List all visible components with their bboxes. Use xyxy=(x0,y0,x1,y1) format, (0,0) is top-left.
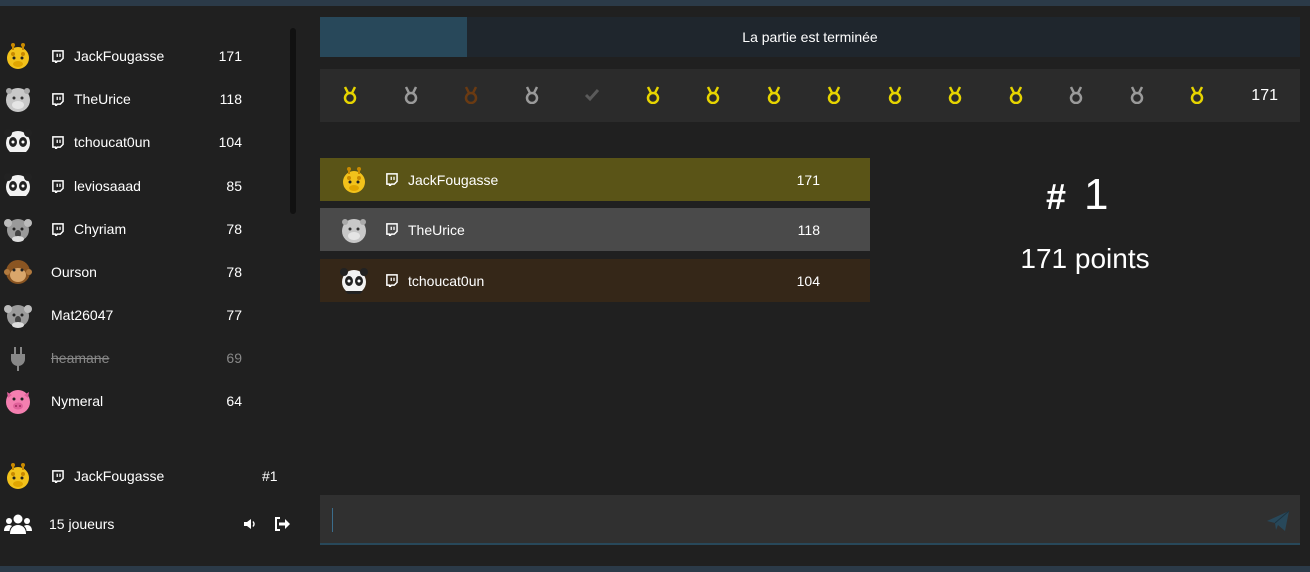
twitch-icon xyxy=(386,223,398,236)
monkey-icon xyxy=(4,258,32,286)
player-count-row: 15 joueurs xyxy=(0,509,300,539)
sidebar-player-row[interactable]: TheUrice 118 xyxy=(0,84,280,114)
player-score: 77 xyxy=(226,307,242,323)
chat-input[interactable] xyxy=(332,508,1252,532)
current-player-row: JackFougasse #1 xyxy=(0,461,290,491)
medal-gold-icon xyxy=(343,86,357,104)
sidebar-player-row[interactable]: Nymeral 64 xyxy=(0,386,280,416)
sidebar-player-row[interactable]: leviosaaad 85 xyxy=(0,171,280,201)
twitch-icon xyxy=(386,173,398,186)
sidebar-player-row[interactable]: Mat26047 77 xyxy=(0,300,280,330)
giraffe-icon xyxy=(4,462,32,490)
player-name: Chyriam xyxy=(74,221,127,237)
medal-gold-icon xyxy=(888,86,901,104)
twitch-icon xyxy=(52,179,64,193)
medal-silver-icon xyxy=(1130,86,1143,104)
player-score: 64 xyxy=(226,393,242,409)
sidebar-player-row[interactable]: Ourson 78 xyxy=(0,257,280,287)
player-name: Mat26047 xyxy=(51,307,114,323)
player-name: Nymeral xyxy=(51,393,104,409)
medal-gold-icon xyxy=(948,86,962,104)
game-status-bar: La partie est terminée xyxy=(320,17,1300,57)
podium-row-1: JackFougasse 171 xyxy=(320,158,870,201)
logout-icon[interactable] xyxy=(274,517,290,531)
player-name: JackFougasse xyxy=(74,48,165,64)
player-name: heamane xyxy=(51,350,110,366)
player-name: leviosaaad xyxy=(74,178,141,194)
medal-silver-icon xyxy=(525,86,538,104)
koala-icon xyxy=(4,215,32,243)
player-name: Ourson xyxy=(51,264,97,280)
player-score: 104 xyxy=(218,134,242,150)
player-name: TheUrice xyxy=(74,91,131,107)
medal-silver-icon xyxy=(1069,86,1083,104)
sidebar-player-row[interactable]: heamane 69 xyxy=(0,343,280,373)
rhino-icon xyxy=(340,216,368,244)
giraffe-icon xyxy=(340,166,368,194)
medal-bronze-icon xyxy=(464,86,478,104)
volume-icon[interactable] xyxy=(243,517,257,531)
player-score: 171 xyxy=(218,48,242,64)
pig-icon xyxy=(4,387,32,415)
sidebar: JackFougasse 171 TheUrice 118 tchoucat0un 104… xyxy=(0,6,300,566)
podium-row-3: tchoucat0un 104 xyxy=(320,259,870,302)
twitch-icon xyxy=(52,92,64,106)
player-score: 118 xyxy=(219,91,242,107)
medal-gold-icon xyxy=(827,86,841,104)
giraffe-icon xyxy=(4,42,32,70)
sidebar-player-row[interactable]: tchoucat0un 104 xyxy=(0,127,280,157)
panda-icon xyxy=(4,172,32,200)
plug-icon xyxy=(4,344,32,372)
koala-icon xyxy=(4,301,32,329)
medal-silver-icon xyxy=(404,86,417,104)
twitch-icon xyxy=(52,135,64,149)
users-icon xyxy=(4,514,32,534)
podium-player-score: 171 xyxy=(796,171,820,188)
medal-gold-icon xyxy=(767,86,780,104)
current-player-name: JackFougasse xyxy=(74,468,165,484)
final-points: 171 points xyxy=(1020,243,1150,274)
podium-player-name: JackFougasse xyxy=(408,171,499,188)
player-score: 85 xyxy=(226,178,242,194)
round-results-bar: 171 xyxy=(320,69,1300,122)
rhino-icon xyxy=(4,85,32,113)
twitch-icon xyxy=(386,274,398,287)
twitch-icon xyxy=(52,222,64,236)
game-status-text: La partie est terminée xyxy=(742,29,878,45)
panda-icon xyxy=(340,267,368,295)
player-score: 69 xyxy=(226,350,242,366)
send-icon[interactable] xyxy=(1266,509,1290,533)
medal-gold-icon xyxy=(706,86,720,104)
sidebar-player-row[interactable]: Chyriam 78 xyxy=(0,214,280,244)
medal-gold-icon xyxy=(646,86,659,104)
sidebar-scrollbar[interactable] xyxy=(290,28,296,214)
player-name: tchoucat0un xyxy=(74,134,151,150)
medal-gold-icon xyxy=(1009,86,1022,104)
podium-player-name: tchoucat0un xyxy=(408,272,485,289)
bottom-strip xyxy=(0,566,1310,572)
twitch-icon xyxy=(52,469,64,483)
rank-hash: # xyxy=(1046,176,1067,217)
check-icon xyxy=(584,89,600,102)
podium-player-score: 104 xyxy=(796,272,820,289)
chat-bar xyxy=(320,495,1300,545)
current-player-rank: #1 xyxy=(262,468,278,484)
round-total-score: 171 xyxy=(1251,87,1278,104)
final-rank: #1 xyxy=(1046,170,1109,220)
rank-number: 1 xyxy=(1084,170,1109,219)
medal-gold-icon xyxy=(1190,86,1204,104)
podium-player-name: TheUrice xyxy=(408,221,465,238)
player-score: 78 xyxy=(226,264,242,280)
panda-icon xyxy=(4,128,32,156)
sidebar-player-row[interactable]: JackFougasse 171 xyxy=(0,41,280,71)
twitch-icon xyxy=(52,49,64,63)
podium-player-score: 118 xyxy=(797,221,820,238)
player-score: 78 xyxy=(226,221,242,237)
player-count: 15 joueurs xyxy=(49,516,115,532)
podium-row-2: TheUrice 118 xyxy=(320,208,870,251)
